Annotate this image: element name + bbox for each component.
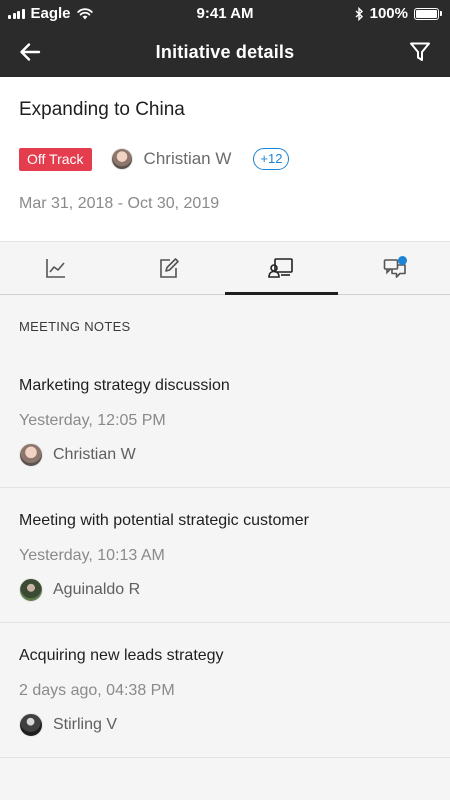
status-left: Eagle — [8, 5, 158, 22]
note-time: Yesterday, 10:13 AM — [19, 547, 165, 564]
list-item[interactable]: Meeting with potential strategic custome… — [0, 488, 450, 623]
author-name: Stirling V — [53, 716, 118, 733]
owner-name: Christian W — [143, 149, 232, 168]
tab-edit[interactable] — [113, 242, 226, 294]
author-name: Christian W — [53, 446, 136, 463]
note-title: Acquiring new leads strategy — [19, 647, 224, 664]
tab-bar — [0, 241, 450, 295]
tab-meeting-notes[interactable] — [225, 242, 338, 295]
carrier-label: Eagle — [30, 5, 71, 22]
section-label: MEETING NOTES — [19, 319, 131, 334]
battery-percent: 100% — [369, 5, 408, 22]
note-time: Yesterday, 12:05 PM — [19, 412, 166, 429]
tab-comments[interactable] — [338, 242, 450, 294]
tab-progress[interactable] — [0, 242, 113, 294]
initiative-title: Expanding to China — [19, 99, 185, 120]
initiative-meta: Off Track Christian W +12 — [19, 146, 431, 172]
status-time: 9:41 AM — [196, 5, 254, 22]
list-item[interactable]: Acquiring new leads strategy 2 days ago,… — [0, 623, 450, 758]
filter-button[interactable] — [404, 36, 436, 68]
note-title: Marketing strategy discussion — [19, 377, 230, 394]
meeting-notes-icon — [268, 258, 294, 278]
status-bar: Eagle 9:41 AM 100% — [0, 0, 450, 27]
page-title: Initiative details — [155, 41, 295, 62]
app-screen: Eagle 9:41 AM 100% Initiative details Ex… — [0, 0, 450, 800]
list-item[interactable]: Marketing strategy discussion Yesterday,… — [0, 359, 450, 488]
avatar — [19, 713, 43, 737]
note-time: 2 days ago, 04:38 PM — [19, 682, 175, 699]
wifi-icon — [76, 7, 93, 19]
initiative-dates: Mar 31, 2018 - Oct 30, 2019 — [19, 195, 220, 212]
note-title: Meeting with potential strategic custome… — [19, 512, 309, 529]
bluetooth-icon — [355, 6, 363, 21]
chart-icon — [46, 259, 66, 278]
status-right: 100% — [292, 5, 442, 22]
header: Initiative details — [0, 27, 450, 77]
back-button[interactable] — [14, 36, 46, 68]
signal-icon — [8, 8, 25, 19]
avatar — [110, 148, 133, 170]
status-badge: Off Track — [19, 147, 92, 171]
top-bar: Eagle 9:41 AM 100% Initiative details — [0, 0, 450, 77]
note-author: Christian W — [19, 443, 431, 487]
initiative-summary: Expanding to China Off Track Christian W… — [0, 77, 450, 241]
note-author: Aguinaldo R — [19, 578, 431, 622]
filter-icon — [410, 42, 430, 61]
meeting-notes-list: Marketing strategy discussion Yesterday,… — [0, 359, 450, 758]
author-name: Aguinaldo R — [53, 581, 141, 598]
edit-icon — [159, 258, 179, 278]
battery-icon — [414, 7, 442, 20]
notification-dot — [397, 256, 407, 265]
note-author: Stirling V — [19, 713, 431, 757]
arrow-left-icon — [20, 43, 41, 61]
more-members-badge[interactable]: +12 — [253, 148, 290, 170]
avatar — [19, 578, 43, 602]
avatar — [19, 443, 43, 467]
